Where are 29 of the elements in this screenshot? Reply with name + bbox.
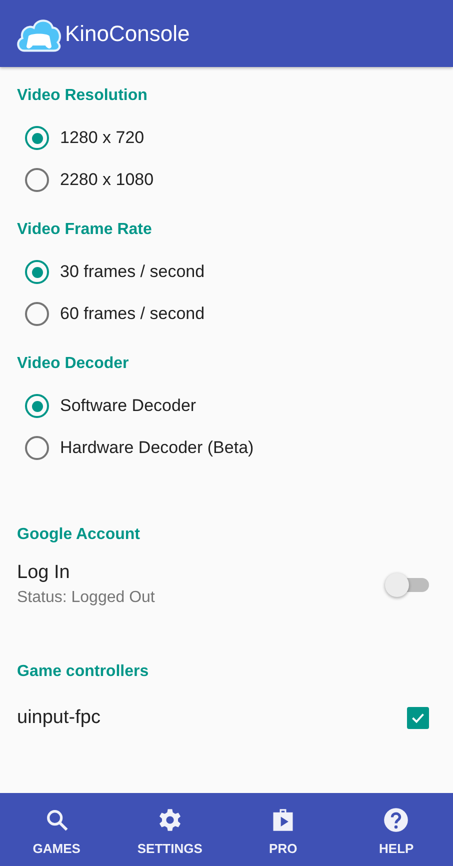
radio-button[interactable] [25, 126, 49, 150]
radio-option[interactable]: 1280 x 720 [0, 117, 453, 159]
toggle-switch[interactable] [385, 572, 429, 596]
app-title: KinoConsole [65, 20, 190, 46]
nav-tab[interactable]: SETTINGS [120, 803, 220, 856]
nav-tab[interactable]: PRO [233, 803, 334, 856]
settings-icon [156, 807, 183, 833]
radio-option[interactable]: 30 frames / second [0, 251, 453, 293]
radio-option[interactable]: 60 frames / second [0, 293, 453, 335]
section-title: Video Frame Rate [16, 220, 153, 239]
radio-button[interactable] [25, 394, 49, 418]
checkbox[interactable] [407, 707, 429, 729]
radio-button[interactable] [25, 436, 49, 460]
nav-tab[interactable]: HELP [346, 803, 446, 856]
preference-label: Log In [17, 562, 71, 584]
preference-label: uinput-fpc [17, 707, 100, 729]
section-title: Game controllers [16, 662, 150, 681]
section-title: Video Decoder [16, 354, 130, 373]
radio-button[interactable] [25, 168, 49, 192]
radio-option[interactable]: Software Decoder [0, 385, 453, 427]
preference-summary: Status: Logged Out [17, 589, 155, 607]
radio-option[interactable]: Hardware Decoder (Beta) [0, 427, 453, 469]
nav-tab[interactable]: GAMES [6, 803, 107, 856]
section-title: Video Resolution [16, 86, 148, 105]
radio-option[interactable]: 2280 x 1080 [0, 159, 453, 201]
radio-button[interactable] [25, 302, 49, 326]
radio-button[interactable] [25, 260, 49, 284]
help-icon [383, 807, 410, 833]
section-title: Google Account [16, 525, 141, 544]
